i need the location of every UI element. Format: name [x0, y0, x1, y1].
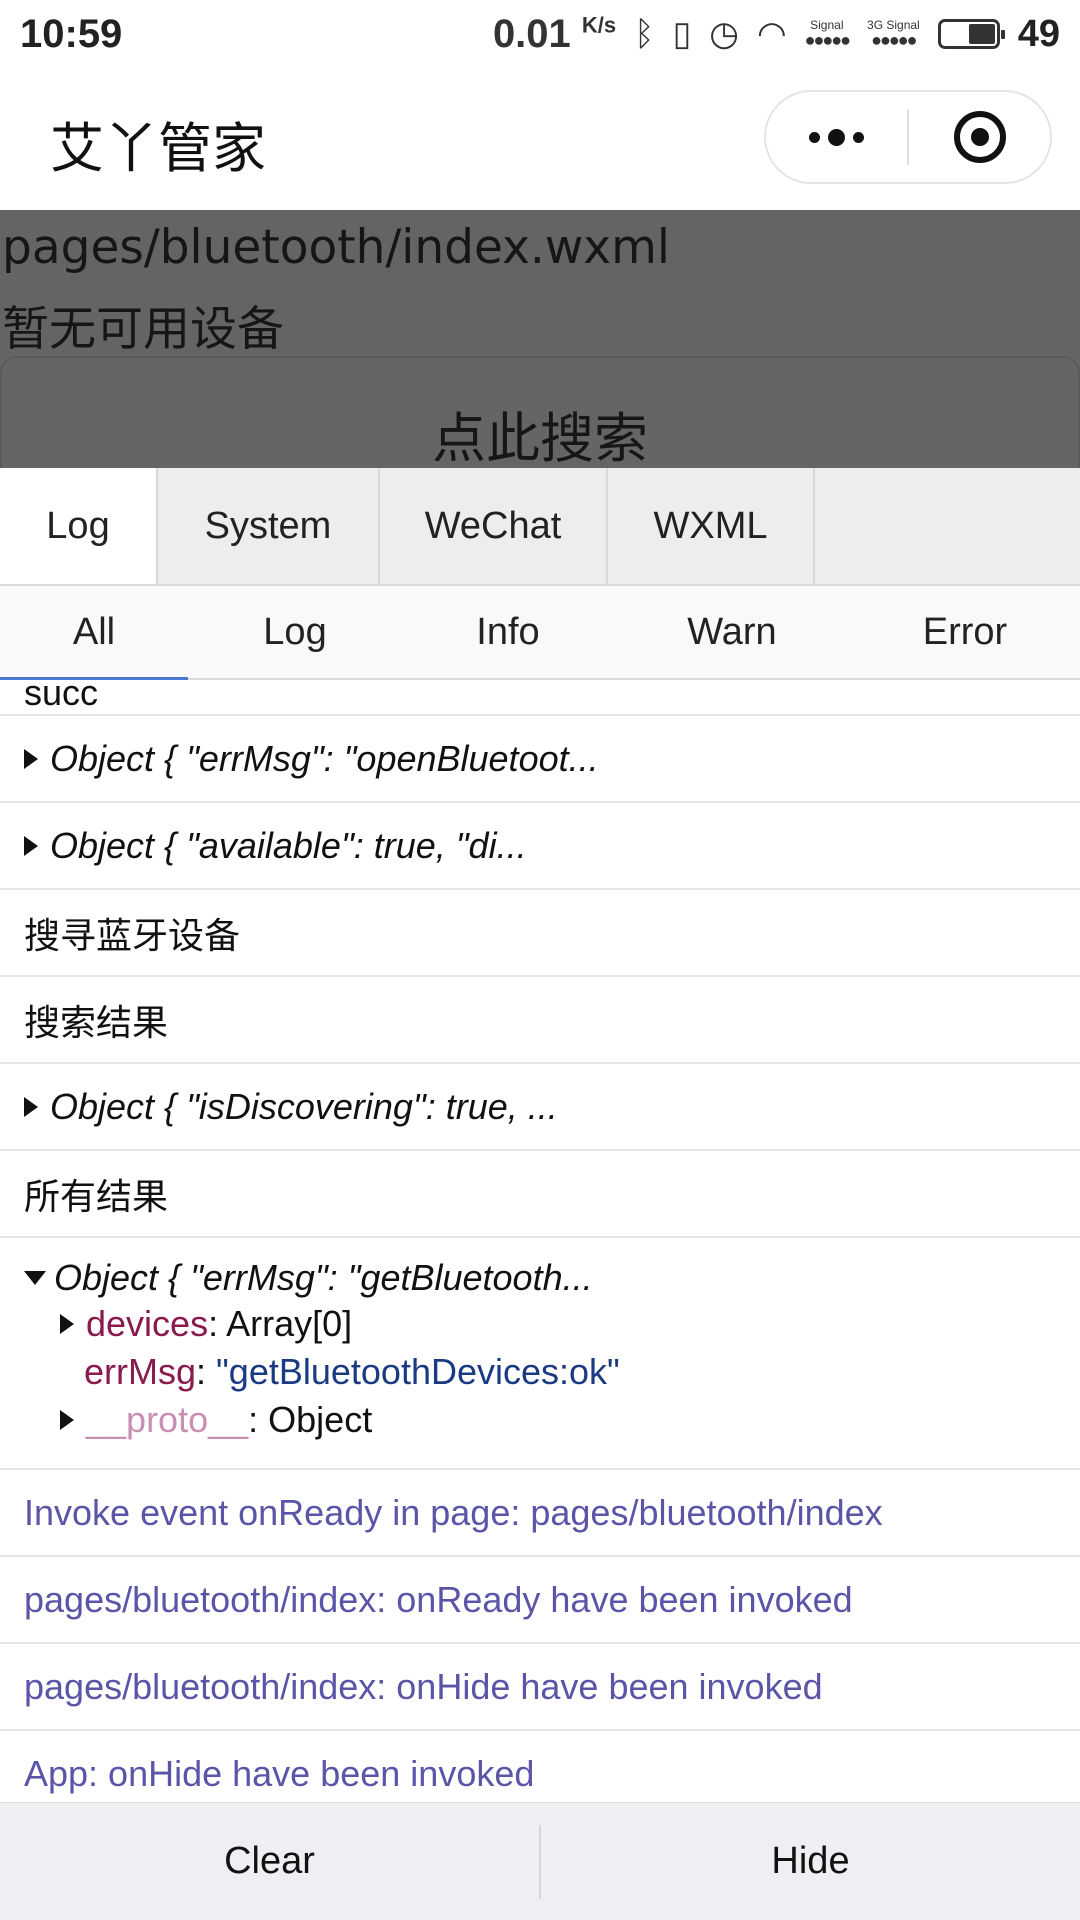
more-icon-dot: [828, 128, 845, 146]
close-miniprogram-button[interactable]: [909, 92, 1050, 182]
net-speed: 0.01 K/s: [492, 11, 617, 56]
system-log-item: App: onHide have been invoked: [0, 1731, 1080, 1802]
status-time: 10:59: [20, 11, 123, 56]
status-bar: 10:59 0.01 K/s ᛒ ▯ ◷ ◠ Signal ●●●●● 3G Si…: [0, 0, 1080, 68]
more-icon: [809, 131, 820, 143]
clear-button[interactable]: Clear: [0, 1803, 539, 1920]
target-icon: [953, 111, 1006, 163]
vibrate-icon: ▯: [672, 15, 692, 53]
log-item-object[interactable]: Object { "available": true, "di...: [0, 803, 1080, 890]
collapse-arrow-icon[interactable]: [24, 1271, 46, 1285]
log-item: succ: [0, 680, 1080, 716]
log-item-object[interactable]: Object { "errMsg": "openBluetoot...: [0, 716, 1080, 803]
expand-arrow-icon[interactable]: [60, 1314, 74, 1334]
console-toolbar: Clear Hide: [0, 1802, 1080, 1920]
search-button[interactable]: 点此搜索: [0, 356, 1080, 468]
more-icon-dot: [853, 131, 864, 143]
signal-1-icon: Signal ●●●●●: [804, 18, 851, 50]
expand-arrow-icon[interactable]: [60, 1410, 74, 1430]
expand-arrow-icon[interactable]: [24, 748, 38, 769]
navigation-bar: 艾丫管家: [0, 68, 1080, 210]
object-field-errmsg: errMsg: "getBluetoothDevices:ok": [84, 1351, 620, 1392]
log-filter-tabs: All Log Info Warn Error: [0, 586, 1080, 680]
log-list[interactable]: succ Object { "errMsg": "openBluetoot...…: [0, 680, 1080, 1802]
filter-all[interactable]: All: [0, 586, 188, 680]
hide-button[interactable]: Hide: [541, 1803, 1080, 1920]
filter-error[interactable]: Error: [850, 586, 1080, 678]
more-button[interactable]: [766, 92, 907, 182]
object-field-devices[interactable]: devices: Array[0]: [24, 1300, 352, 1348]
object-header[interactable]: Object { "errMsg": "getBluetooth...: [24, 1256, 593, 1300]
tab-log[interactable]: Log: [0, 468, 158, 584]
filter-log[interactable]: Log: [188, 586, 402, 678]
filter-info[interactable]: Info: [402, 586, 614, 678]
battery-icon: [937, 19, 1005, 49]
log-item-object-expanded[interactable]: Object { "errMsg": "getBluetooth... devi…: [0, 1238, 1080, 1470]
tab-system[interactable]: System: [158, 468, 380, 584]
system-log-item: pages/bluetooth/index: onHide have been …: [0, 1644, 1080, 1731]
tab-wechat[interactable]: WeChat: [380, 468, 608, 584]
log-item: 搜寻蓝牙设备: [0, 890, 1080, 977]
console-tabs: Log System WeChat WXML: [0, 468, 1080, 586]
page-path: pages/bluetooth/index.wxml: [2, 220, 670, 275]
tab-wxml[interactable]: WXML: [608, 468, 815, 584]
filter-warn[interactable]: Warn: [614, 586, 850, 678]
system-log-item: pages/bluetooth/index: onReady have been…: [0, 1557, 1080, 1644]
system-log-item: Invoke event onReady in page: pages/blue…: [0, 1470, 1080, 1557]
object-field-proto[interactable]: __proto__: Object: [24, 1396, 372, 1444]
bluetooth-icon: ᛒ: [634, 15, 655, 53]
expand-arrow-icon[interactable]: [24, 835, 38, 856]
signal-2-icon: 3G Signal ●●●●●: [867, 18, 920, 50]
log-item: 所有结果: [0, 1151, 1080, 1238]
page-content: pages/bluetooth/index.wxml 暂无可用设备 点此搜索: [0, 210, 1080, 468]
wifi-icon: ◠: [756, 15, 787, 53]
page-title: 艾丫管家: [50, 117, 266, 180]
battery-level: 49: [1017, 12, 1060, 55]
log-item-object[interactable]: Object { "isDiscovering": true, ...: [0, 1064, 1080, 1151]
status-icons: 0.01 K/s ᛒ ▯ ◷ ◠ Signal ●●●●● 3G Signal ●●…: [493, 12, 1060, 57]
alarm-icon: ◷: [709, 15, 739, 53]
log-item: 搜索结果: [0, 977, 1080, 1064]
empty-devices-text: 暂无可用设备: [2, 302, 284, 357]
menu-capsule: [764, 90, 1052, 184]
expand-arrow-icon[interactable]: [24, 1096, 38, 1117]
